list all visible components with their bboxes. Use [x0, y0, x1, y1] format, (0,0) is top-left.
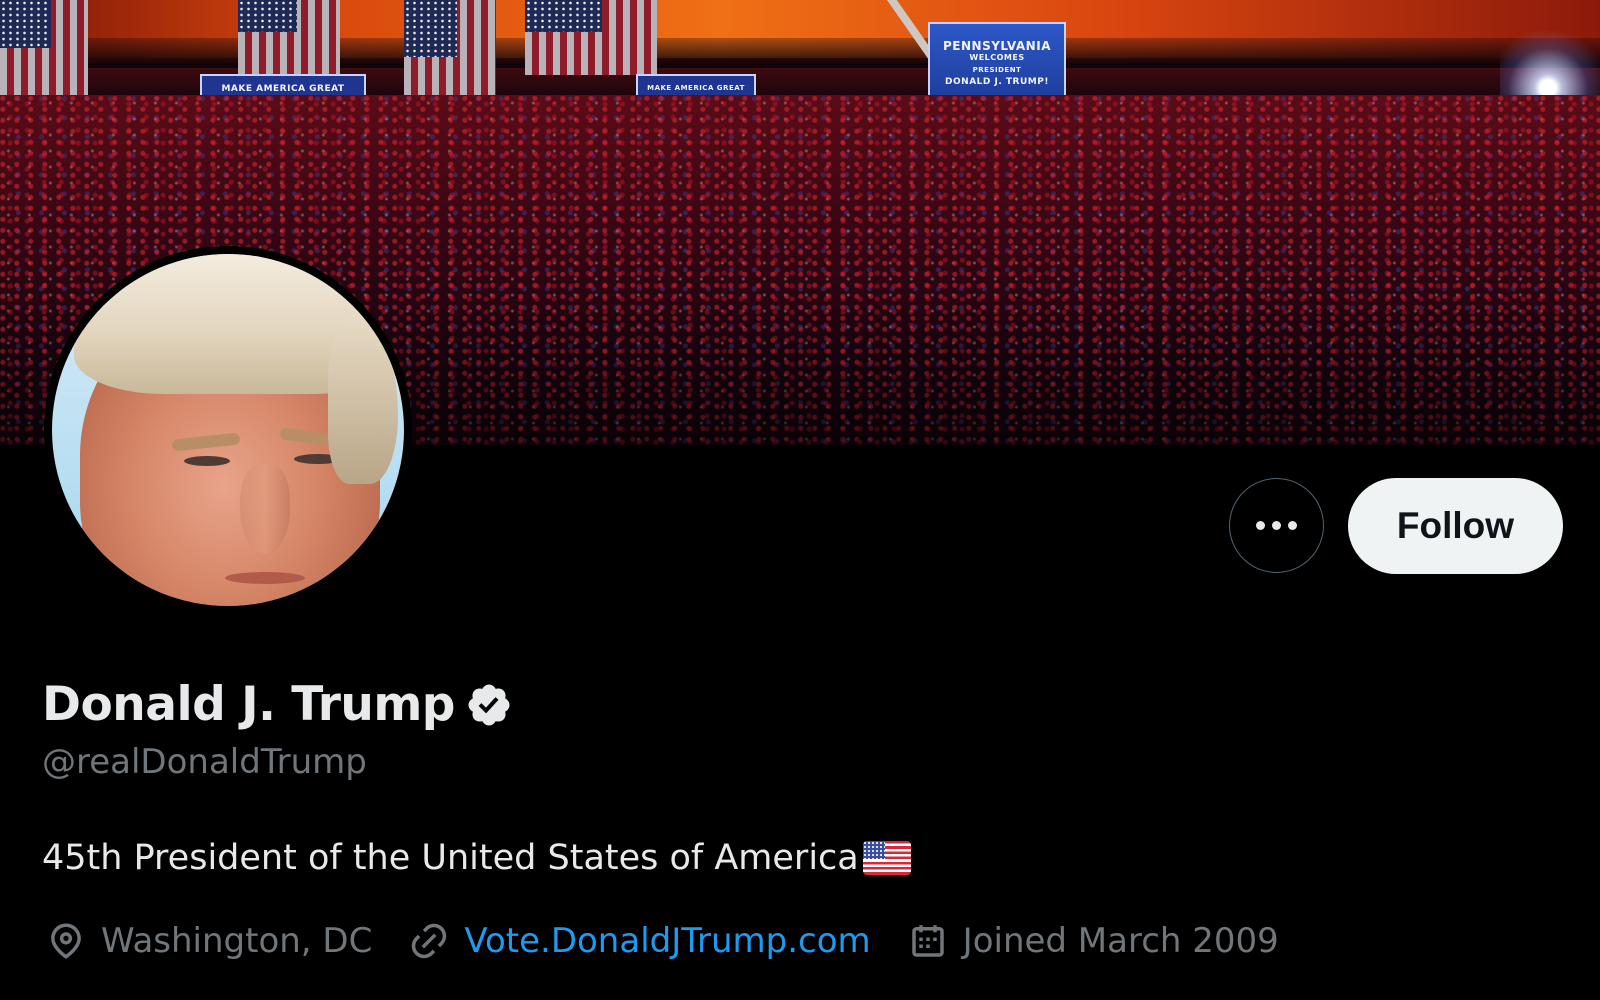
more-horizontal-icon	[1256, 521, 1297, 530]
banner-sign-line: WELCOMES	[969, 53, 1025, 62]
verified-badge-icon[interactable]	[465, 681, 513, 729]
profile-handle: @realDonaldTrump	[42, 742, 367, 782]
more-dot	[1256, 521, 1265, 530]
avatar-eye	[184, 456, 230, 466]
more-dot	[1288, 521, 1297, 530]
banner-sign-line: PENNSYLVANIA	[943, 39, 1051, 53]
location-item: Washington, DC	[45, 920, 372, 962]
more-options-button[interactable]	[1229, 478, 1324, 573]
avatar-nose	[240, 464, 290, 554]
joined-item: Joined March 2009	[907, 920, 1279, 962]
banner-sign-screen: PENNSYLVANIA WELCOMES PRESIDENT DONALD J…	[928, 22, 1066, 104]
us-flag-icon	[862, 841, 911, 875]
banner-sign-line: DONALD J. TRUMP!	[945, 77, 1049, 87]
display-name: Donald J. Trump	[42, 677, 455, 732]
calendar-icon	[911, 925, 944, 957]
profile-bio: 45th President of the United States of A…	[42, 838, 911, 878]
location-text: Washington, DC	[101, 921, 373, 961]
banner-sign-line: PRESIDENT	[972, 66, 1022, 74]
avatar-photo	[52, 254, 404, 606]
follow-button[interactable]: Follow	[1348, 478, 1563, 574]
joined-text: Joined March 2009	[962, 921, 1279, 961]
avatar-mouth	[225, 572, 305, 584]
profile-name-row: Donald J. Trump	[42, 677, 513, 732]
profile-page: MAKE AMERICA GREAT AGAIN! MAKE AMERICA G…	[0, 0, 1600, 1000]
location-pin-icon	[51, 923, 81, 959]
banner-flag	[238, 0, 340, 75]
profile-meta-row: Washington, DC Vote.DonaldJTrump.com Joi…	[45, 920, 1315, 962]
link-icon	[412, 923, 447, 959]
banner-flag	[525, 0, 657, 75]
website-item: Vote.DonaldJTrump.com	[408, 920, 871, 962]
avatar-brow	[171, 432, 241, 452]
website-link[interactable]: Vote.DonaldJTrump.com	[464, 921, 870, 961]
bio-text: 45th President of the United States of A…	[42, 838, 859, 878]
avatar[interactable]	[44, 246, 412, 614]
more-dot	[1272, 521, 1281, 530]
